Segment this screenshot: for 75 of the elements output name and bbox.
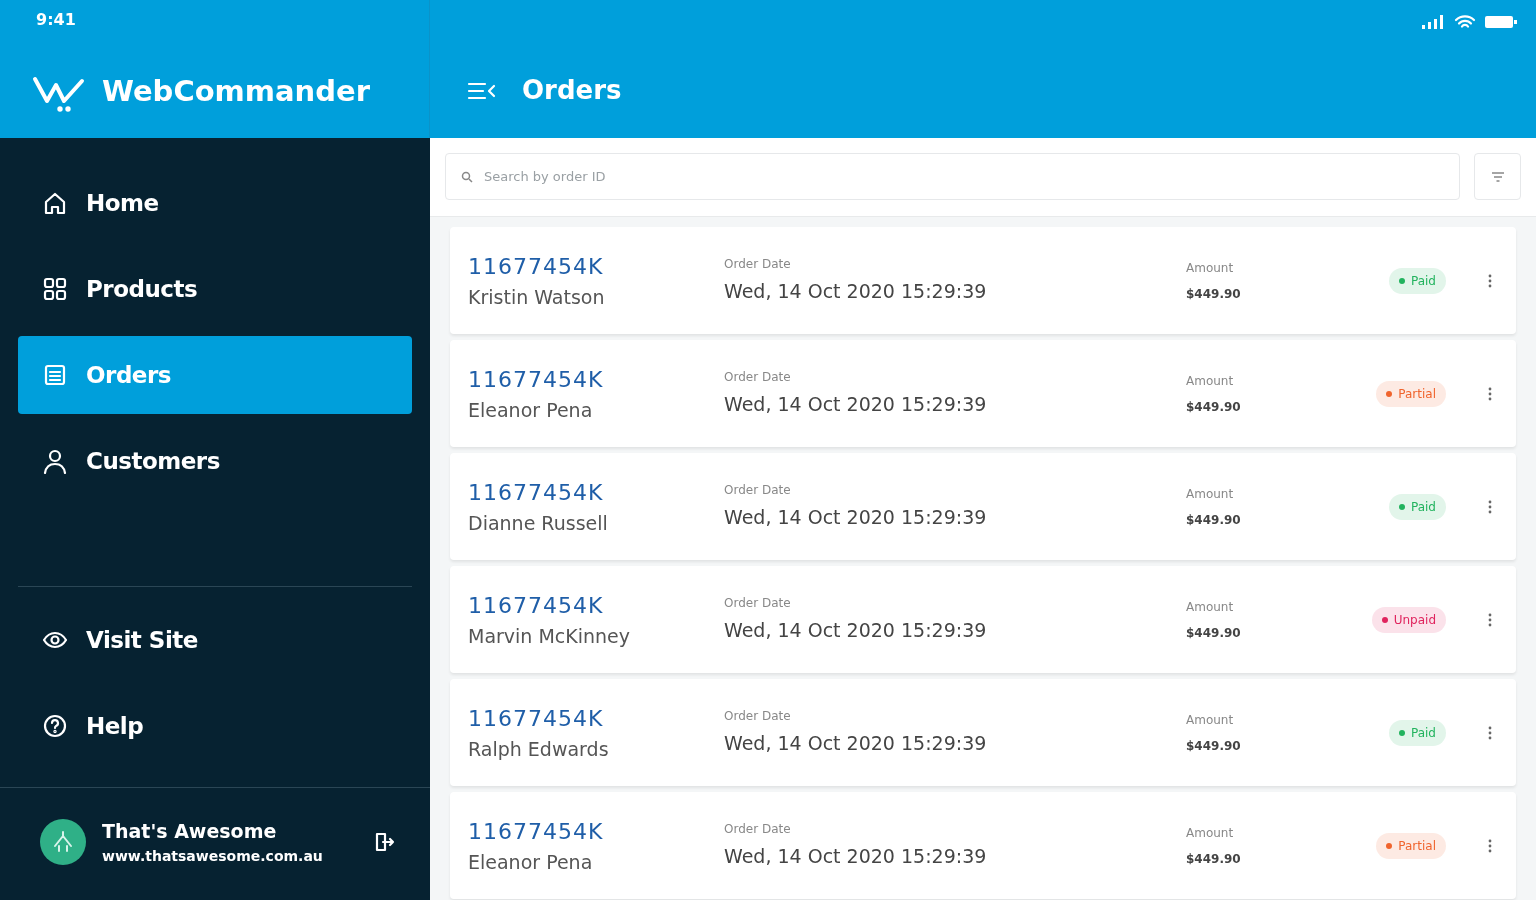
grid-icon: [42, 276, 68, 302]
document-icon: [42, 362, 68, 388]
status-badge: Partial: [1376, 832, 1446, 859]
amount-label: Amount: [1186, 711, 1235, 729]
status-badge: Partial: [1376, 380, 1446, 407]
status-time: 9:41: [36, 9, 76, 31]
date-label: Order Date: [724, 482, 792, 500]
order-card[interactable]: 11677454K Eleanor Pena Order Date Wed, 14 Oct 2020 15:29:39 Amount $449.90 Partial: [450, 792, 1516, 899]
user-icon: [42, 448, 68, 474]
more-icon: [1488, 725, 1492, 740]
account-name: That's Awesome: [102, 819, 278, 845]
order-amount: $449.90: [1186, 511, 1242, 529]
date-label: Order Date: [724, 256, 792, 274]
app-name: WebCommander: [102, 73, 370, 110]
more-icon: [1488, 612, 1492, 627]
nav-item[interactable]: Customers: [18, 422, 412, 500]
account-url: www.thatsawesome.com.au: [102, 846, 324, 866]
more-icon: [1488, 273, 1492, 288]
status-badge: Paid: [1389, 493, 1446, 520]
filter-icon: [1490, 171, 1505, 182]
order-id[interactable]: 11677454K: [468, 362, 724, 396]
date-label: Order Date: [724, 595, 792, 613]
order-card[interactable]: 11677454K Eleanor Pena Order Date Wed, 14 Oct 2020 15:29:39 Amount $449.90 Partial: [450, 340, 1516, 447]
order-date: Wed, 14 Oct 2020 15:29:39: [724, 731, 988, 757]
date-label: Order Date: [724, 708, 792, 726]
home-icon: [42, 190, 68, 216]
search-field[interactable]: Search by order ID: [445, 153, 1460, 200]
nav-item[interactable]: Visit Site: [18, 601, 412, 679]
customer-name: Eleanor Pena: [468, 849, 594, 875]
order-date: Wed, 14 Oct 2020 15:29:39: [724, 844, 988, 870]
amount-label: Amount: [1186, 598, 1235, 616]
nav-item[interactable]: Home: [18, 164, 412, 242]
avatar-icon: [40, 819, 86, 865]
page-title: Orders: [522, 74, 622, 107]
order-card[interactable]: 11677454K Kristin Watson Order Date Wed, 14 Oct 2020 15:29:39 Amount $449.90 Paid: [450, 227, 1516, 334]
battery-icon: [1484, 13, 1518, 30]
order-date: Wed, 14 Oct 2020 15:29:39: [724, 505, 988, 531]
order-id[interactable]: 11677454K: [468, 814, 724, 848]
customer-name: Ralph Edwards: [468, 736, 610, 762]
more-icon: [1488, 838, 1492, 853]
order-card[interactable]: 11677454K Ralph Edwards Order Date Wed, 14 Oct 2020 15:29:39 Amount $449.90 Paid: [450, 679, 1516, 786]
order-id[interactable]: 11677454K: [468, 588, 724, 622]
order-date: Wed, 14 Oct 2020 15:29:39: [724, 392, 988, 418]
order-amount: $449.90: [1186, 737, 1242, 755]
more-icon: [1488, 386, 1492, 401]
order-id[interactable]: 11677454K: [468, 249, 724, 283]
signal-icon: [1420, 13, 1446, 30]
amount-label: Amount: [1186, 824, 1235, 842]
customer-name: Eleanor Pena: [468, 397, 594, 423]
order-date: Wed, 14 Oct 2020 15:29:39: [724, 618, 988, 644]
order-card[interactable]: 11677454K Dianne Russell Order Date Wed, 14 Oct 2020 15:29:39 Amount $449.90 Paid: [450, 453, 1516, 560]
date-label: Order Date: [724, 369, 792, 387]
order-id[interactable]: 11677454K: [468, 701, 724, 735]
more-icon: [1488, 499, 1492, 514]
date-label: Order Date: [724, 821, 792, 839]
status-badge: Unpaid: [1371, 606, 1446, 633]
amount-label: Amount: [1186, 259, 1235, 277]
customer-name: Kristin Watson: [468, 284, 606, 310]
customer-name: Marvin McKinney: [468, 623, 632, 649]
status-badge: Paid: [1389, 719, 1446, 746]
nav-item[interactable]: Products: [18, 250, 412, 328]
order-id[interactable]: 11677454K: [468, 475, 724, 509]
amount-label: Amount: [1186, 485, 1235, 503]
order-amount: $449.90: [1186, 850, 1242, 868]
customer-name: Dianne Russell: [468, 510, 609, 536]
status-badge: Paid: [1389, 267, 1446, 294]
nav-item[interactable]: Help: [18, 687, 412, 765]
order-amount: $449.90: [1186, 624, 1242, 642]
amount-label: Amount: [1186, 372, 1235, 390]
order-amount: $449.90: [1186, 285, 1242, 303]
order-amount: $449.90: [1186, 398, 1242, 416]
help-icon: [42, 713, 68, 739]
wifi-icon: [1454, 13, 1476, 30]
order-date: Wed, 14 Oct 2020 15:29:39: [724, 279, 988, 305]
order-card[interactable]: 11677454K Marvin McKinney Order Date Wed, 14 Oct 2020 15:29:39 Amount $449.90 Unpaid: [450, 566, 1516, 673]
